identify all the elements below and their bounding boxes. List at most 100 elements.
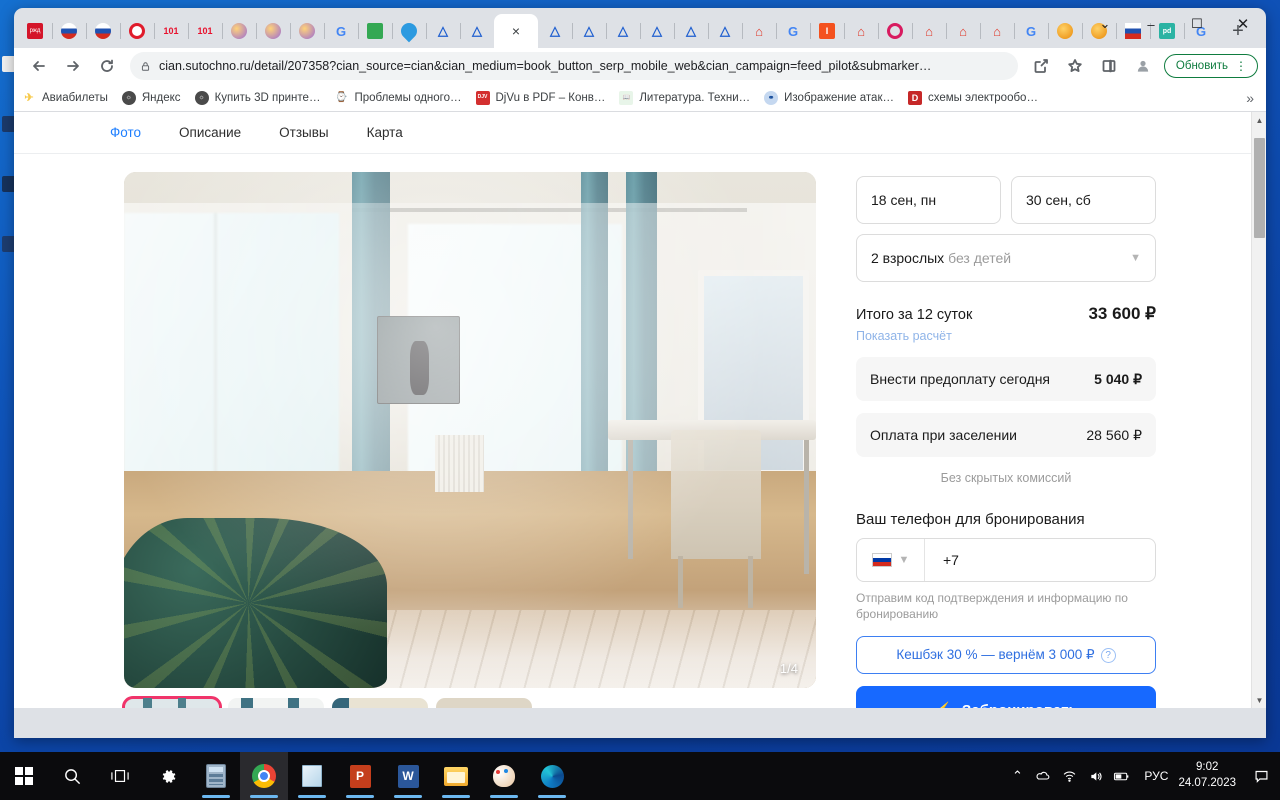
calculator-button[interactable] [192, 752, 240, 800]
bookmark-item[interactable]: ✈ Авиабилеты [22, 91, 107, 105]
browser-tab-active[interactable]: × [494, 14, 538, 48]
browser-tab[interactable]: ржд [18, 14, 52, 48]
browser-tab[interactable] [52, 14, 86, 48]
star-icon[interactable] [1061, 52, 1089, 80]
tab-close-icon[interactable]: × [512, 24, 520, 38]
onedrive-icon[interactable] [1030, 752, 1056, 800]
scroll-down-arrow[interactable]: ▼ [1252, 692, 1266, 708]
browser-tab[interactable]: G [776, 14, 810, 48]
browser-tab[interactable]: △ [606, 14, 640, 48]
browser-tab[interactable]: △ [572, 14, 606, 48]
bookmark-item[interactable]: D схемы электрообо… [908, 90, 1038, 105]
system-tray: ⌃ РУС 9:02 24.07.2023 [1004, 752, 1280, 800]
thumbnail-2[interactable] [228, 698, 324, 708]
cashback-banner[interactable]: Кешбэк 30 % — вернём 3 000 ₽ ? [856, 636, 1156, 675]
thumbnail-4[interactable] [436, 698, 532, 708]
chrome-menu-icon[interactable]: ⋮ [1235, 59, 1247, 73]
browser-tab[interactable]: G [1014, 14, 1048, 48]
tab-reviews[interactable]: Отзывы [279, 125, 328, 140]
browser-tab[interactable]: G [324, 14, 358, 48]
share-icon[interactable] [1027, 52, 1055, 80]
book-button[interactable]: ⚡ Забронировать [856, 686, 1156, 708]
browser-tab[interactable] [222, 14, 256, 48]
browser-tab[interactable]: △ [674, 14, 708, 48]
bookmark-item[interactable]: ⌚ Проблемы одного… [334, 91, 461, 105]
browser-tab[interactable]: ⌂ [912, 14, 946, 48]
browser-tab[interactable]: ⌂ [742, 14, 776, 48]
maps-favicon [367, 23, 383, 39]
paint-button[interactable] [480, 752, 528, 800]
browser-tab[interactable]: △ [460, 14, 494, 48]
close-window-button[interactable]: ✕ [1220, 8, 1266, 40]
checkin-date-field[interactable]: 18 сен, пн [856, 176, 1001, 224]
clock[interactable]: 9:02 24.07.2023 [1178, 760, 1236, 791]
phone-number-input[interactable]: +7 [925, 539, 1155, 581]
browser-tab[interactable] [290, 14, 324, 48]
browser-tab[interactable]: I [810, 14, 844, 48]
battery-icon[interactable] [1108, 752, 1134, 800]
browser-tab[interactable] [1048, 14, 1082, 48]
checkout-date-field[interactable]: 30 сен, сб [1011, 176, 1156, 224]
word-button[interactable]: W [384, 752, 432, 800]
guests-select[interactable]: 2 взрослых без детей ▼ [856, 234, 1156, 282]
show-calculation-link[interactable]: Показать расчёт [856, 329, 952, 343]
reload-icon[interactable] [93, 52, 121, 80]
scrollbar-thumb[interactable] [1254, 138, 1265, 238]
bookmark-item[interactable]: ☼ Купить 3D принте… [194, 90, 320, 105]
browser-tab[interactable] [256, 14, 290, 48]
browser-tab[interactable] [86, 14, 120, 48]
browser-tab[interactable] [358, 14, 392, 48]
browser-tab[interactable]: 101 [154, 14, 188, 48]
tab-photos[interactable]: Фото [110, 125, 141, 140]
back-icon[interactable] [25, 52, 53, 80]
page-scrollbar[interactable]: ▲ ▼ [1251, 112, 1266, 708]
browser-tab[interactable]: △ [640, 14, 674, 48]
profile-avatar[interactable] [1129, 52, 1157, 80]
side-panel-icon[interactable] [1095, 52, 1123, 80]
bookmark-item[interactable]: ⚭ Изображение атак… [764, 90, 894, 105]
browser-tab[interactable]: ⌂ [844, 14, 878, 48]
language-indicator[interactable]: РУС [1144, 769, 1168, 783]
tab-description[interactable]: Описание [179, 125, 241, 140]
country-code-select[interactable]: ▼ [857, 539, 925, 581]
tab-map[interactable]: Карта [367, 125, 403, 140]
browser-tab[interactable]: △ [538, 14, 572, 48]
speaker-icon[interactable] [1082, 752, 1108, 800]
forward-icon[interactable] [59, 52, 87, 80]
browser-tab[interactable] [120, 14, 154, 48]
maximize-button[interactable]: ☐ [1174, 8, 1220, 40]
hero-photo[interactable]: 1/4 [124, 172, 816, 688]
update-chrome-button[interactable]: Обновить ⋮ [1163, 54, 1258, 78]
wifi-icon[interactable] [1056, 752, 1082, 800]
sutochno-favicon: ⌂ [857, 23, 865, 39]
browser-tab[interactable] [392, 14, 426, 48]
browser-tab[interactable]: △ [426, 14, 460, 48]
browser-tab[interactable]: △ [708, 14, 742, 48]
browser-tab[interactable] [878, 14, 912, 48]
browser-tab[interactable]: ⌂ [980, 14, 1014, 48]
help-icon[interactable]: ? [1100, 647, 1116, 663]
bookmark-item[interactable]: 📖 Литература. Техни… [619, 90, 750, 105]
explorer-button[interactable] [432, 752, 480, 800]
edge-button[interactable] [528, 752, 576, 800]
minimize-button[interactable]: – [1128, 8, 1174, 40]
chrome-button[interactable] [240, 752, 288, 800]
thumbnail-3[interactable] [332, 698, 428, 708]
search-button[interactable] [48, 752, 96, 800]
address-bar[interactable]: cian.sutochno.ru/detail/207358?cian_sour… [130, 52, 1018, 80]
settings-button[interactable] [144, 752, 192, 800]
bookmark-item[interactable]: ☼ Яндекс [121, 90, 181, 105]
scroll-up-arrow[interactable]: ▲ [1252, 112, 1266, 128]
bookmarks-overflow-button[interactable]: » [1246, 90, 1258, 106]
notification-icon[interactable] [1248, 752, 1274, 800]
start-button[interactable] [0, 752, 48, 800]
powerpoint-button[interactable]: P [336, 752, 384, 800]
task-view-button[interactable] [96, 752, 144, 800]
browser-tab[interactable]: ⌂ [946, 14, 980, 48]
tray-expand-chevron-icon[interactable]: ⌃ [1004, 752, 1030, 800]
tab-search-button[interactable]: ⌄ [1082, 8, 1128, 40]
thumbnail-1[interactable] [122, 696, 222, 708]
bookmark-item[interactable]: DJV DjVu в PDF – Конв… [475, 90, 605, 105]
browser-tab[interactable]: 101 [188, 14, 222, 48]
notepad-button[interactable] [288, 752, 336, 800]
